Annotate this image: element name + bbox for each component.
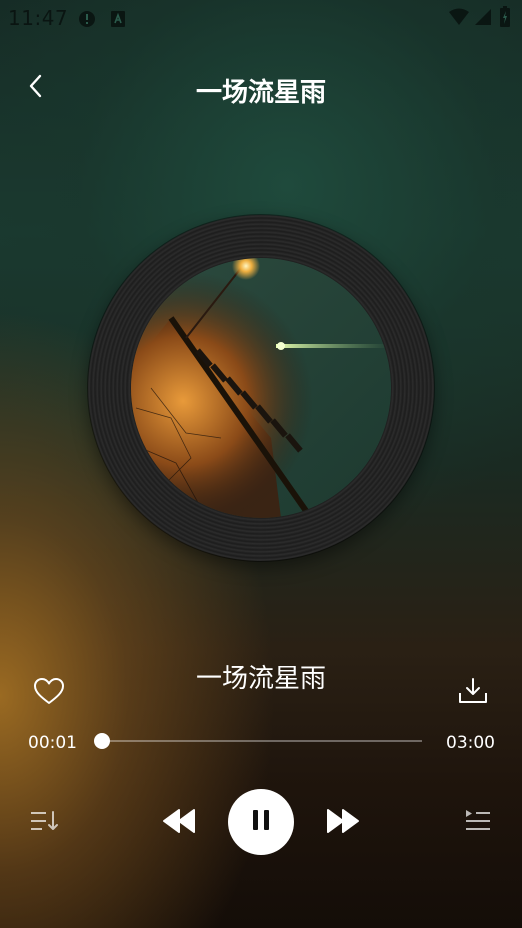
status-time: 11:47 [8, 6, 69, 30]
download-icon [457, 676, 489, 710]
playlist-sort-icon [28, 808, 60, 838]
page-title: 一场流星雨 [195, 78, 326, 108]
status-bar: 11:47 [0, 0, 522, 34]
song-title: 一场流星雨 [195, 664, 326, 694]
rewind-icon [162, 808, 196, 838]
album-cover [131, 258, 391, 518]
alert-icon [78, 10, 96, 32]
signal-icon [474, 8, 492, 30]
pause-icon [250, 808, 272, 836]
progress-thumb[interactable] [93, 733, 110, 749]
total-time: 03:00 [446, 733, 495, 753]
playlist-mode-button[interactable] [24, 806, 64, 840]
fast-forward-icon [326, 808, 360, 838]
download-button[interactable] [454, 674, 492, 712]
header: 一场流星雨 [0, 60, 522, 116]
notification-a-icon [110, 10, 126, 32]
battery-icon [499, 6, 511, 32]
vinyl-disc[interactable] [88, 215, 434, 561]
previous-button[interactable] [156, 804, 202, 842]
current-time: 00:01 [28, 733, 77, 753]
pause-button[interactable] [228, 789, 294, 855]
progress-slider[interactable] [93, 733, 422, 749]
next-button[interactable] [320, 804, 366, 842]
wifi-icon [448, 8, 470, 30]
playlist-queue-icon [463, 808, 493, 838]
queue-button[interactable] [458, 806, 498, 840]
